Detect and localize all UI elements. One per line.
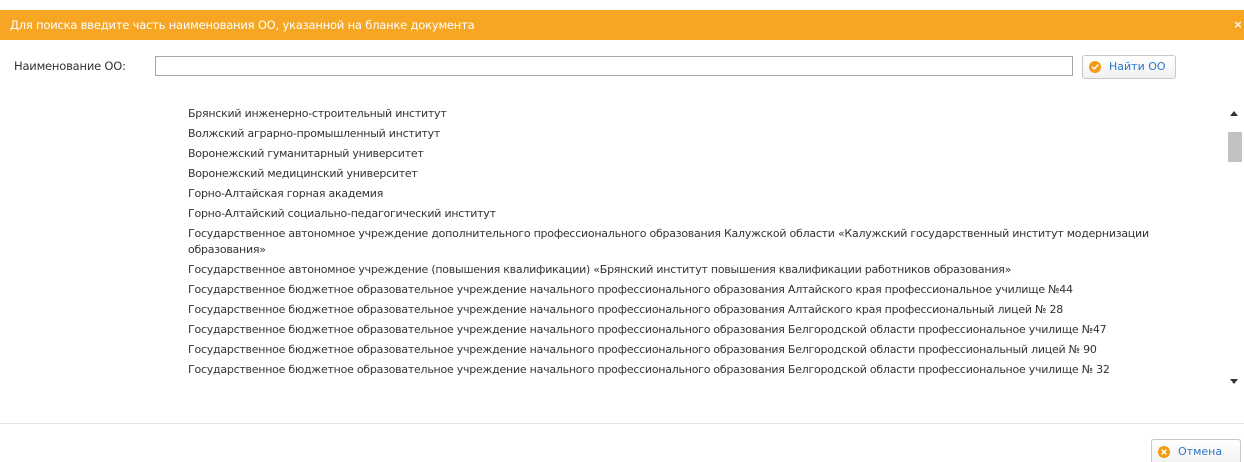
list-item[interactable]: Государственное бюджетное образовательно… [188, 300, 1218, 320]
list-item[interactable]: Государственное автономное учреждение до… [188, 224, 1218, 260]
results-list: Брянский инженерно-строительный институт… [188, 104, 1218, 380]
search-input[interactable] [155, 56, 1073, 76]
dialog-title: Для поиска введите часть наименования ОО… [10, 18, 475, 32]
list-item[interactable]: Государственное бюджетное образовательно… [188, 280, 1218, 300]
list-item[interactable]: Брянский инженерно-строительный институт [188, 104, 1218, 124]
list-item[interactable]: Горно-Алтайский социально-педагогический… [188, 204, 1218, 224]
list-item[interactable]: Волжский аграрно-промышленный институт [188, 124, 1218, 144]
list-item[interactable]: Воронежский медицинский университет [188, 164, 1218, 184]
footer-divider [0, 423, 1244, 424]
results-list-container[interactable]: Брянский инженерно-строительный институт… [0, 100, 1244, 398]
close-icon[interactable]: × [1232, 16, 1244, 34]
list-item[interactable]: Горно-Алтайская горная академия [188, 184, 1218, 204]
list-item[interactable]: Государственное бюджетное образовательно… [188, 320, 1218, 340]
scroll-thumb[interactable] [1228, 132, 1242, 162]
results-scrollbar[interactable] [1226, 100, 1242, 398]
list-item[interactable]: Государственное автономное учреждение (п… [188, 260, 1218, 280]
x-circle-icon [1158, 446, 1170, 458]
search-org-dialog: Для поиска введите часть наименования ОО… [0, 0, 1244, 462]
list-item[interactable]: Государственное бюджетное образовательно… [188, 340, 1218, 360]
cancel-button-label: Отмена [1178, 445, 1223, 458]
search-label: Наименование ОО: [14, 59, 126, 73]
list-item[interactable]: Государственное бюджетное образовательно… [188, 360, 1218, 380]
dialog-title-bar[interactable]: Для поиска введите часть наименования ОО… [0, 10, 1244, 40]
scroll-track[interactable] [1227, 122, 1242, 370]
scroll-up-icon[interactable] [1226, 104, 1242, 122]
cancel-button[interactable]: Отмена [1151, 439, 1241, 462]
check-circle-icon [1089, 61, 1101, 73]
find-button-label: Найти ОО [1109, 60, 1166, 73]
scroll-down-icon[interactable] [1226, 372, 1242, 390]
list-item[interactable]: Воронежский гуманитарный университет [188, 144, 1218, 164]
find-button[interactable]: Найти ОО [1082, 55, 1176, 79]
